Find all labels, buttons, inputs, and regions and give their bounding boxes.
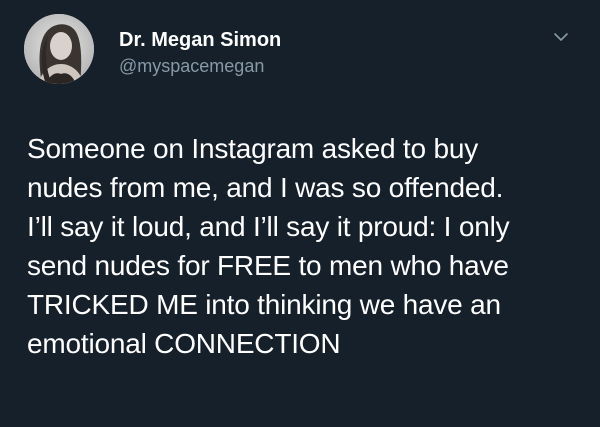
tweet-line: emotional CONNECTION: [27, 328, 341, 359]
tweet-text: Someone on Instagram asked to buy nudes …: [27, 129, 587, 363]
tweet-line: I’ll say it loud, and I’ll say it proud:…: [27, 211, 510, 242]
display-name[interactable]: Dr. Megan Simon: [119, 28, 281, 52]
tweet-line: Someone on Instagram asked to buy: [27, 133, 479, 164]
tweet-line: send nudes for FREE to men who have: [27, 250, 509, 281]
author-names: Dr. Megan Simon @myspacemegan: [119, 28, 281, 78]
tweet-header: Dr. Megan Simon @myspacemegan: [24, 14, 576, 84]
avatar[interactable]: [24, 14, 94, 84]
user-handle[interactable]: @myspacemegan: [119, 54, 281, 78]
chevron-down-icon[interactable]: [552, 28, 570, 46]
tweet-card: Dr. Megan Simon @myspacemegan Someone on…: [0, 0, 600, 427]
tweet-line: TRICKED ME into thinking we have an: [27, 289, 501, 320]
profile-photo-icon: [24, 14, 94, 84]
tweet-line: nudes from me, and I was so offended.: [27, 172, 504, 203]
